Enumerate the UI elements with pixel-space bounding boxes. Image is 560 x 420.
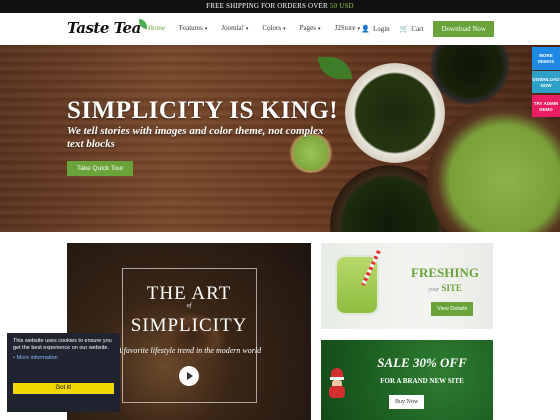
main-nav: Home Features ▾ Joomla! ▾ Colors ▾ Pages ▾ J…	[148, 24, 374, 32]
play-icon[interactable]	[179, 366, 199, 386]
nav-label: Pages	[299, 24, 316, 32]
sale-subtitle: FOR A BRAND NEW SITE	[380, 377, 464, 385]
fresh-sub-small: your	[428, 287, 440, 293]
user-icon: 👤	[361, 25, 370, 33]
login-link[interactable]: 👤 Login	[361, 25, 389, 33]
freshing-site-card: FRESHING your SITE View Details	[321, 243, 493, 329]
cookie-consent-banner: This website uses cookies to ensure you …	[7, 333, 120, 412]
try-admin-demo-button[interactable]: TRY ADMIN DEMO	[532, 95, 560, 117]
take-quick-tour-button[interactable]: Take Quick Tour	[67, 161, 134, 176]
tea-bowl-image	[345, 63, 445, 163]
cart-icon: 🛒	[399, 25, 409, 33]
nav-label: Joomla!	[221, 24, 244, 32]
nav-label: Home	[148, 24, 166, 32]
more-demos-button[interactable]: MORE DEMOS	[532, 47, 560, 70]
leaf-image	[318, 57, 352, 79]
nav-item-j2store[interactable]: J2Store ▾	[334, 24, 360, 32]
site-header: Taste Tea Home Features ▾ Joomla! ▾ Colors…	[0, 13, 560, 45]
nav-item-colors[interactable]: Colors ▾	[262, 24, 285, 32]
chevron-down-icon: ▾	[283, 27, 286, 32]
chevron-down-icon: ▾	[317, 27, 321, 32]
cart-label: Cart	[411, 25, 424, 33]
site-logo[interactable]: Taste Tea	[67, 19, 147, 37]
sale-card: SALE 30% OFF FOR A BRAND NEW SITE Buy No…	[321, 340, 493, 420]
logo-text: Taste Tea	[67, 19, 141, 37]
nav-label: Features	[179, 24, 203, 32]
got-it-button[interactable]: Got it!	[13, 383, 114, 394]
shipping-text: FREE SHIPPING FOR ORDERS OVER	[206, 2, 328, 10]
art-title-of: of	[186, 303, 192, 309]
chevron-down-icon: ▾	[204, 27, 208, 32]
nav-item-pages[interactable]: Pages ▾	[300, 24, 321, 32]
cart-link[interactable]: 🛒 Cart	[400, 25, 424, 33]
fresh-subtitle: your SITE	[399, 283, 491, 293]
hero-slider: SIMPLICITY IS KING! We tell stories with…	[0, 45, 560, 232]
matcha-bowl-image	[425, 105, 560, 232]
nav-label: J2Store	[334, 24, 356, 32]
shipping-amount: 50 USD	[329, 2, 354, 10]
buy-now-button[interactable]: Buy Now	[389, 395, 425, 409]
page: FREE SHIPPING FOR ORDERS OVER 50 USD Tas…	[0, 0, 560, 420]
nav-item-home[interactable]: Home	[148, 24, 165, 32]
nav-label: Colors	[262, 24, 282, 32]
hero-title: SIMPLICITY IS KING!	[67, 97, 339, 124]
fresh-title: FRESHING	[411, 265, 479, 280]
shipping-banner: FREE SHIPPING FOR ORDERS OVER 50 USD	[0, 0, 560, 13]
header-actions: 👤 Login 🛒 Cart Download Now	[361, 21, 494, 37]
download-now-side-button[interactable]: DOWNLOAD NOW	[532, 71, 560, 93]
fresh-sub-main: SITE	[441, 283, 462, 293]
login-label: Login	[372, 25, 390, 33]
more-information-link[interactable]: • More information	[13, 355, 114, 361]
chevron-down-icon: ▾	[245, 27, 249, 32]
santa-image	[327, 368, 347, 398]
hero-subtitle: We tell stories with images and color th…	[67, 125, 324, 150]
nav-item-joomla[interactable]: Joomla! ▾	[221, 24, 248, 32]
cookie-message: This website uses cookies to ensure you …	[13, 338, 112, 351]
nav-item-features[interactable]: Features ▾	[179, 24, 207, 32]
more-information-label: More information	[16, 355, 58, 361]
sale-title: SALE 30% OFF	[377, 355, 467, 370]
chevron-down-icon: ▾	[357, 27, 360, 32]
download-now-button[interactable]: Download Now	[433, 21, 494, 37]
art-title-line1: THE ART	[146, 283, 232, 304]
view-details-button[interactable]: View Details	[431, 302, 474, 316]
